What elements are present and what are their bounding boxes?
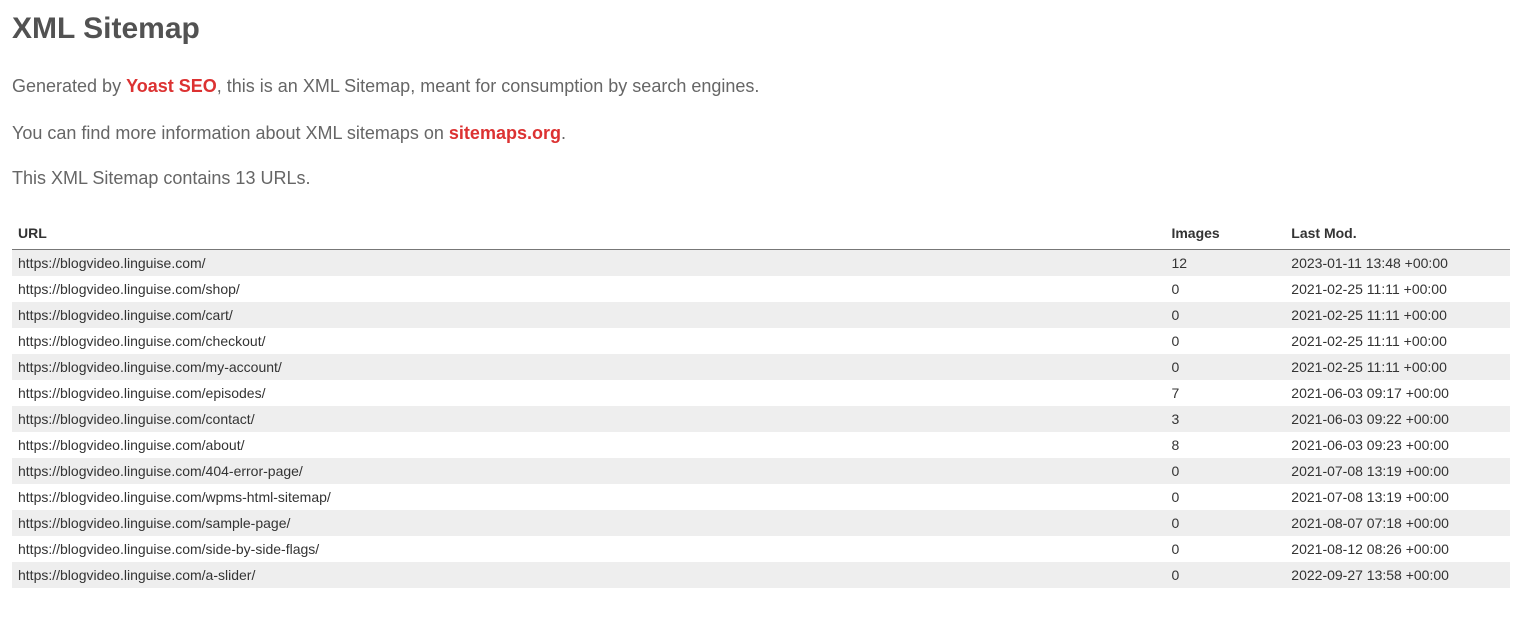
table-row: https://blogvideo.linguise.com/my-accoun…: [12, 354, 1510, 380]
table-row: https://blogvideo.linguise.com/cart/0202…: [12, 302, 1510, 328]
url-link[interactable]: https://blogvideo.linguise.com/side-by-s…: [18, 541, 319, 557]
cell-url: https://blogvideo.linguise.com/shop/: [12, 276, 1165, 302]
cell-images: 0: [1165, 302, 1285, 328]
cell-images: 0: [1165, 562, 1285, 588]
cell-lastmod: 2021-06-03 09:17 +00:00: [1285, 380, 1510, 406]
cell-url: https://blogvideo.linguise.com/episodes/: [12, 380, 1165, 406]
cell-lastmod: 2022-09-27 13:58 +00:00: [1285, 562, 1510, 588]
cell-url: https://blogvideo.linguise.com/: [12, 250, 1165, 277]
url-link[interactable]: https://blogvideo.linguise.com/about/: [18, 437, 244, 453]
header-lastmod: Last Mod.: [1285, 217, 1510, 250]
cell-url: https://blogvideo.linguise.com/contact/: [12, 406, 1165, 432]
cell-url: https://blogvideo.linguise.com/side-by-s…: [12, 536, 1165, 562]
cell-url: https://blogvideo.linguise.com/a-slider/: [12, 562, 1165, 588]
table-row: https://blogvideo.linguise.com/shop/0202…: [12, 276, 1510, 302]
cell-lastmod: 2021-08-12 08:26 +00:00: [1285, 536, 1510, 562]
intro-more-info-suffix: .: [561, 123, 566, 143]
sitemaps-org-link[interactable]: sitemaps.org: [449, 123, 561, 143]
cell-images: 8: [1165, 432, 1285, 458]
table-row: https://blogvideo.linguise.com/wpms-html…: [12, 484, 1510, 510]
sitemap-table: URL Images Last Mod. https://blogvideo.l…: [12, 217, 1510, 588]
cell-images: 0: [1165, 458, 1285, 484]
cell-images: 7: [1165, 380, 1285, 406]
url-link[interactable]: https://blogvideo.linguise.com/my-accoun…: [18, 359, 282, 375]
cell-images: 3: [1165, 406, 1285, 432]
cell-url: https://blogvideo.linguise.com/sample-pa…: [12, 510, 1165, 536]
table-row: https://blogvideo.linguise.com/side-by-s…: [12, 536, 1510, 562]
cell-images: 0: [1165, 354, 1285, 380]
header-images: Images: [1165, 217, 1285, 250]
cell-images: 12: [1165, 250, 1285, 277]
table-row: https://blogvideo.linguise.com/a-slider/…: [12, 562, 1510, 588]
table-row: https://blogvideo.linguise.com/contact/3…: [12, 406, 1510, 432]
intro-generated-by-prefix: Generated by: [12, 76, 126, 96]
cell-images: 0: [1165, 328, 1285, 354]
table-row: https://blogvideo.linguise.com/sample-pa…: [12, 510, 1510, 536]
cell-lastmod: 2021-02-25 11:11 +00:00: [1285, 354, 1510, 380]
url-link[interactable]: https://blogvideo.linguise.com/wpms-html…: [18, 489, 331, 505]
table-row: https://blogvideo.linguise.com/122023-01…: [12, 250, 1510, 277]
table-row: https://blogvideo.linguise.com/404-error…: [12, 458, 1510, 484]
cell-lastmod: 2021-07-08 13:19 +00:00: [1285, 458, 1510, 484]
url-link[interactable]: https://blogvideo.linguise.com/404-error…: [18, 463, 303, 479]
cell-images: 0: [1165, 536, 1285, 562]
cell-lastmod: 2021-07-08 13:19 +00:00: [1285, 484, 1510, 510]
intro-more-info-prefix: You can find more information about XML …: [12, 123, 449, 143]
intro-more-info: You can find more information about XML …: [12, 121, 1510, 146]
url-count: This XML Sitemap contains 13 URLs.: [12, 168, 1510, 189]
cell-url: https://blogvideo.linguise.com/about/: [12, 432, 1165, 458]
cell-url: https://blogvideo.linguise.com/my-accoun…: [12, 354, 1165, 380]
intro-generated-by-suffix: , this is an XML Sitemap, meant for cons…: [217, 76, 760, 96]
cell-lastmod: 2021-02-25 11:11 +00:00: [1285, 302, 1510, 328]
url-link[interactable]: https://blogvideo.linguise.com/cart/: [18, 307, 233, 323]
table-row: https://blogvideo.linguise.com/checkout/…: [12, 328, 1510, 354]
cell-lastmod: 2021-02-25 11:11 +00:00: [1285, 328, 1510, 354]
url-link[interactable]: https://blogvideo.linguise.com/checkout/: [18, 333, 265, 349]
url-link[interactable]: https://blogvideo.linguise.com/episodes/: [18, 385, 265, 401]
cell-url: https://blogvideo.linguise.com/404-error…: [12, 458, 1165, 484]
intro-generated-by: Generated by Yoast SEO, this is an XML S…: [12, 74, 1510, 99]
cell-lastmod: 2021-02-25 11:11 +00:00: [1285, 276, 1510, 302]
yoast-seo-link[interactable]: Yoast SEO: [126, 76, 217, 96]
cell-lastmod: 2021-06-03 09:23 +00:00: [1285, 432, 1510, 458]
table-row: https://blogvideo.linguise.com/about/820…: [12, 432, 1510, 458]
table-row: https://blogvideo.linguise.com/episodes/…: [12, 380, 1510, 406]
cell-images: 0: [1165, 484, 1285, 510]
url-link[interactable]: https://blogvideo.linguise.com/sample-pa…: [18, 515, 290, 531]
url-link[interactable]: https://blogvideo.linguise.com/a-slider/: [18, 567, 255, 583]
cell-url: https://blogvideo.linguise.com/checkout/: [12, 328, 1165, 354]
page-title: XML Sitemap: [12, 12, 1510, 46]
url-link[interactable]: https://blogvideo.linguise.com/contact/: [18, 411, 255, 427]
header-url: URL: [12, 217, 1165, 250]
cell-lastmod: 2021-06-03 09:22 +00:00: [1285, 406, 1510, 432]
cell-images: 0: [1165, 276, 1285, 302]
cell-url: https://blogvideo.linguise.com/wpms-html…: [12, 484, 1165, 510]
cell-lastmod: 2023-01-11 13:48 +00:00: [1285, 250, 1510, 277]
cell-url: https://blogvideo.linguise.com/cart/: [12, 302, 1165, 328]
cell-lastmod: 2021-08-07 07:18 +00:00: [1285, 510, 1510, 536]
cell-images: 0: [1165, 510, 1285, 536]
url-link[interactable]: https://blogvideo.linguise.com/shop/: [18, 281, 240, 297]
url-link[interactable]: https://blogvideo.linguise.com/: [18, 255, 206, 271]
